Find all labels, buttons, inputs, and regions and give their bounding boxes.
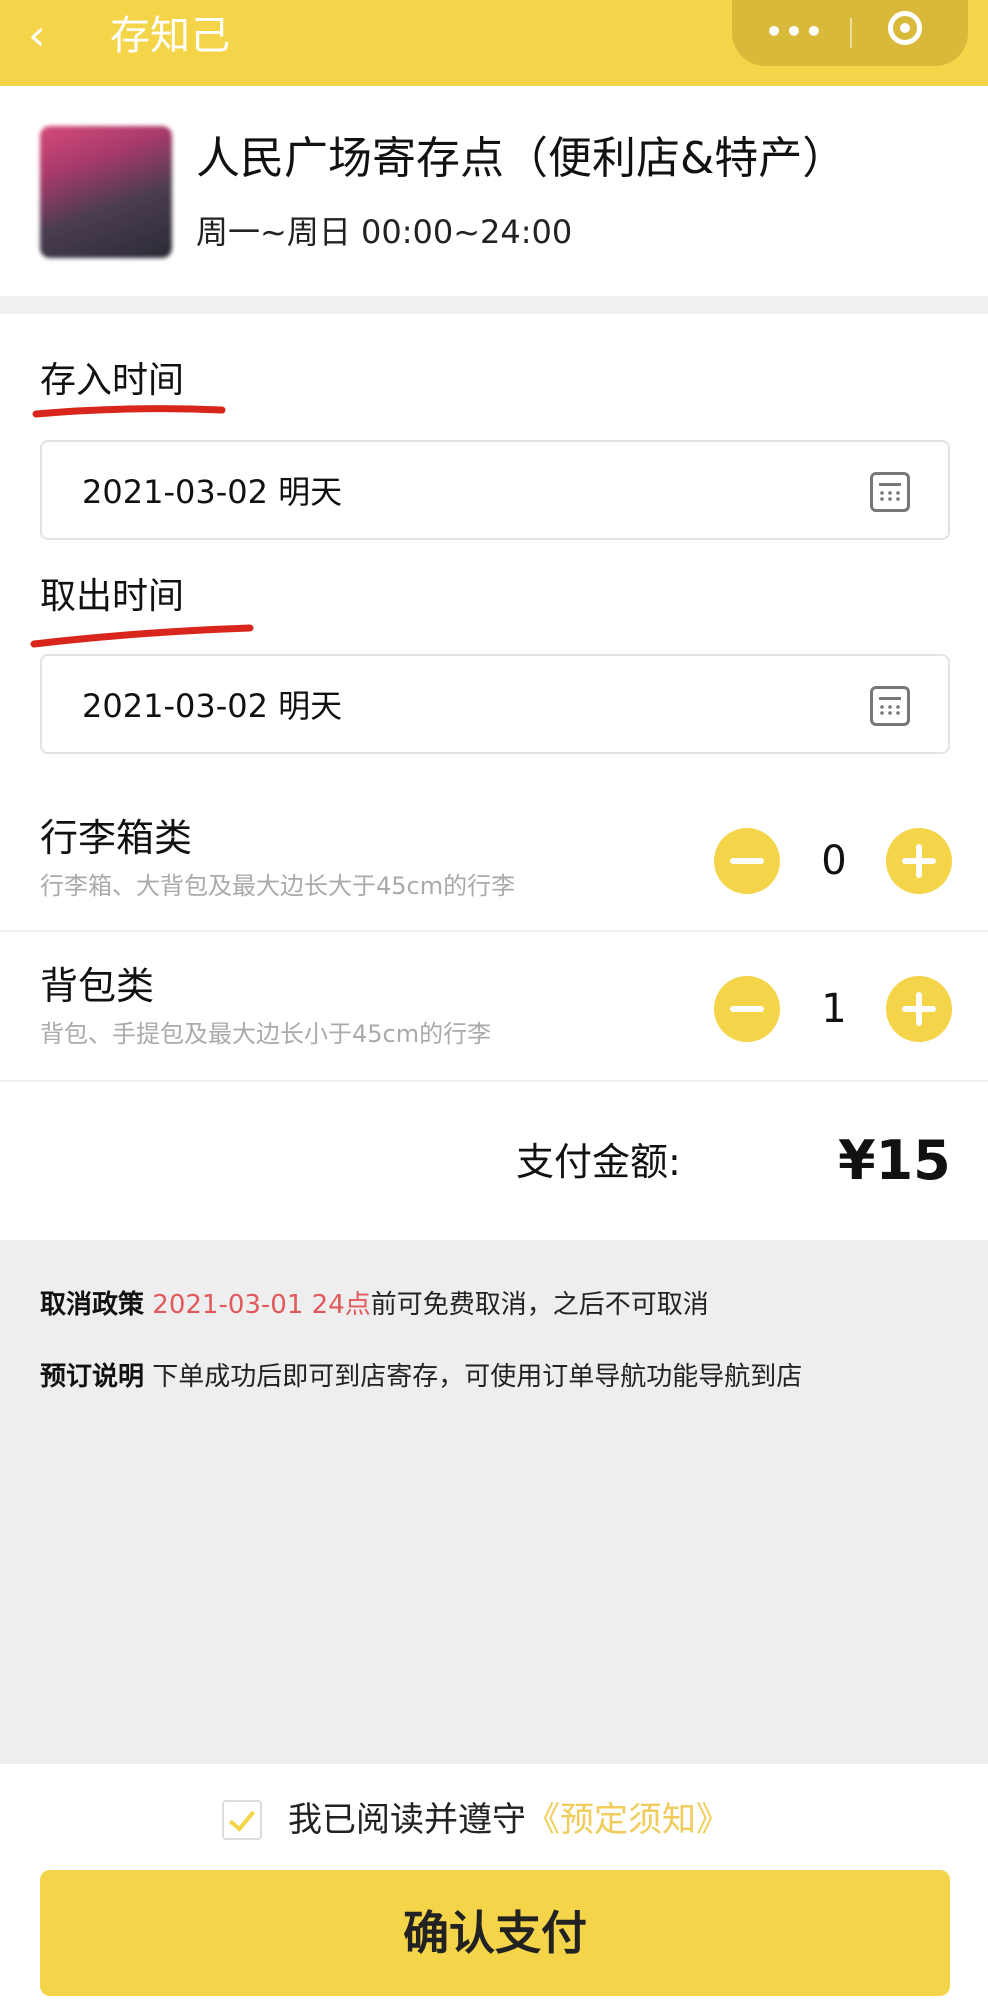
cancel-policy-text: 前可免费取消，之后不可取消 [370, 1290, 709, 1320]
agreement-label: 我已阅读并遵守 [288, 1800, 526, 1840]
item-title: 背包类 [40, 964, 155, 1008]
deposit-red-underline [32, 405, 226, 418]
back-icon[interactable]: ‹ [28, 8, 78, 64]
agreement-text: 我已阅读并遵守《预定须知》 [288, 1794, 730, 1846]
item-description: 行李箱、大背包及最大边长大于45cm的行李 [40, 872, 516, 900]
booking-terms-link[interactable]: 《预定须知》 [526, 1800, 730, 1840]
more-icon[interactable]: ••• [765, 14, 825, 50]
decrease-button[interactable] [714, 828, 780, 894]
deposit-time-value: 2021-03-02 明天 [82, 473, 343, 511]
decrease-button[interactable] [714, 976, 780, 1042]
section-divider [0, 296, 988, 314]
cancel-policy-key: 取消政策 [40, 1290, 145, 1320]
calendar-icon[interactable] [870, 472, 910, 512]
store-hours: 周一~周日 00:00~24:00 [196, 213, 573, 251]
payment-amount-label: 支付金额: [516, 1140, 681, 1184]
deposit-time-field[interactable]: 2021-03-02 明天 [40, 440, 950, 540]
row-divider [0, 1080, 988, 1082]
capsule-divider [850, 18, 852, 48]
item-title: 行李箱类 [40, 816, 193, 860]
store-name: 人民广场寄存点（便利店&特产） [196, 133, 847, 184]
item-count: 1 [821, 986, 847, 1032]
store-thumbnail [40, 126, 172, 258]
page-title: 存知己 [110, 13, 230, 59]
pickup-time-field[interactable]: 2021-03-02 明天 [40, 654, 950, 754]
pickup-red-underline [30, 624, 254, 648]
booking-note-text: 下单成功后即可到店寄存，可使用订单导航功能导航到店 [152, 1362, 803, 1392]
increase-button[interactable] [886, 828, 952, 894]
confirm-payment-button[interactable]: 确认支付 [40, 1870, 950, 1996]
calendar-icon[interactable] [870, 686, 910, 726]
cancel-policy-date: 2021-03-01 24点 [152, 1290, 371, 1320]
pickup-time-value: 2021-03-02 明天 [82, 687, 343, 725]
item-description: 背包、手提包及最大边长小于45cm的行李 [40, 1020, 492, 1048]
row-divider [0, 930, 988, 932]
close-target-icon[interactable] [888, 11, 922, 45]
cancel-policy: 取消政策 2021-03-01 24点前可免费取消，之后不可取消 [40, 1284, 709, 1326]
increase-button[interactable] [886, 976, 952, 1042]
item-count: 0 [821, 838, 847, 884]
payment-amount-value: ¥15 [838, 1129, 951, 1192]
booking-note: 预订说明 下单成功后即可到店寄存，可使用订单导航功能导航到店 [40, 1356, 802, 1398]
agreement-checkbox[interactable] [222, 1800, 262, 1840]
booking-note-key: 预订说明 [40, 1362, 145, 1392]
